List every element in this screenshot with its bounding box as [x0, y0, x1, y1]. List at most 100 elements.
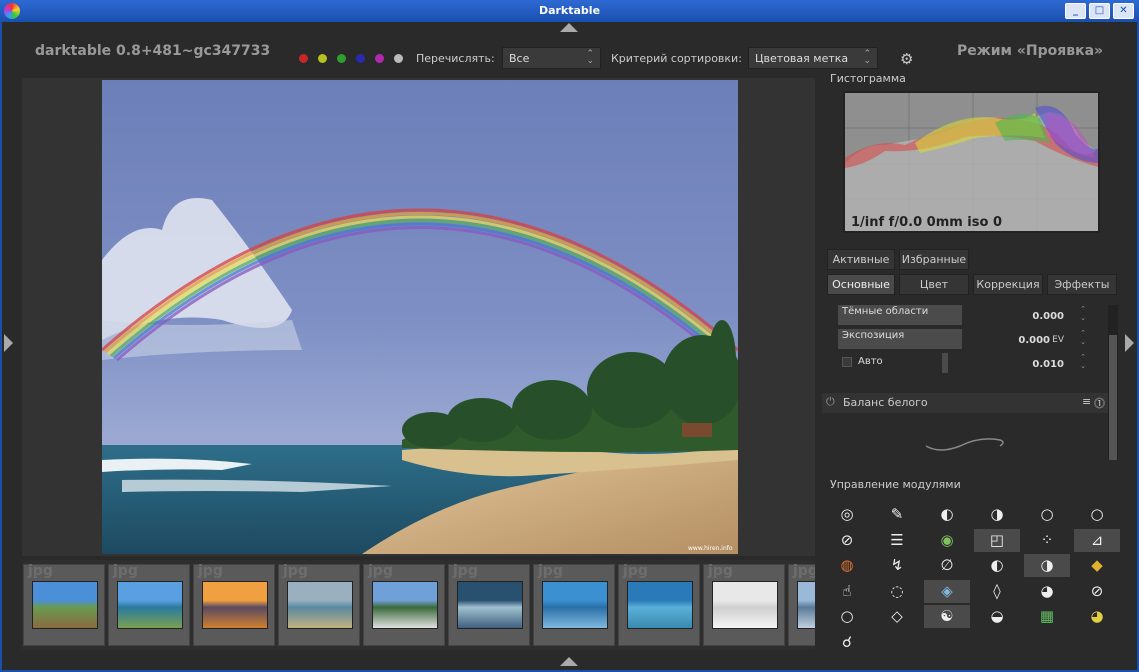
module-toggle-icon[interactable]: ◍ [824, 554, 870, 577]
power-icon[interactable]: ⏻ [826, 395, 835, 409]
filmstrip-thumbnail[interactable]: jpg [788, 563, 815, 646]
module-toggle-icon[interactable]: ☝ [824, 580, 870, 603]
filmstrip-thumbnail[interactable]: jpg [278, 563, 360, 646]
photo-credit: www.hiren.info [688, 545, 733, 552]
file-type-badge: jpg [538, 563, 563, 579]
exposure-slider[interactable]: Экспозиция 0.000 EV ⌃ ⌄ [838, 329, 1088, 349]
file-type-badge: jpg [28, 563, 53, 579]
select-arrows-icon: ⌃ ⌄ [863, 49, 871, 66]
filmstrip-thumbnail[interactable]: jpg [703, 563, 785, 646]
filmstrip-thumbnail[interactable]: jpg [23, 563, 105, 646]
sort-select[interactable]: Цветовая метка ⌃ ⌄ [748, 47, 878, 69]
module-toggle-icon[interactable]: ○ [1024, 503, 1070, 526]
filter-label: Перечислять: [416, 52, 495, 65]
main-photo[interactable]: www.hiren.info [102, 80, 738, 554]
module-toggle-icon[interactable]: ∅ [924, 554, 970, 577]
presets-menu-icon[interactable]: ≡ [1082, 395, 1091, 408]
module-toggle-icon[interactable]: ◕ [1024, 580, 1070, 603]
module-toggle-icon[interactable]: ◎ [824, 503, 870, 526]
collapse-left-panel-arrow-icon[interactable] [4, 334, 13, 352]
module-toggle-icon[interactable]: ▦ [1024, 605, 1070, 628]
tab-correction-modules[interactable]: Коррекция [973, 274, 1043, 295]
filmstrip-thumbnail[interactable]: jpg [448, 563, 530, 646]
tab-basic-modules[interactable]: Основные [827, 274, 895, 295]
module-toggle-icon[interactable]: ☰ [874, 529, 920, 552]
filmstrip-thumbnail[interactable]: jpg [618, 563, 700, 646]
thumbnail-image [542, 581, 608, 629]
filmstrip-thumbnail[interactable]: jpg [193, 563, 275, 646]
color-label-blue[interactable] [356, 54, 365, 63]
module-toggle-icon[interactable]: ◈ [924, 579, 970, 603]
module-toggle-icon[interactable]: ⁘ [1024, 529, 1070, 552]
file-type-badge: jpg [453, 563, 478, 579]
file-type-badge: jpg [623, 563, 648, 579]
module-toggle-icon[interactable]: ✎ [874, 503, 920, 526]
module-toggle-icon[interactable]: ⊿ [1074, 528, 1120, 552]
module-toggle-icon[interactable]: ◒ [974, 605, 1020, 628]
close-button[interactable]: ✕ [1113, 3, 1134, 19]
filmstrip[interactable]: jpg jpg jpg jpg jpg jpg jpg jpg jpg jpg [22, 560, 815, 650]
white-balance-module-header[interactable]: ⏻ Баланс белого ≡ ⓵ [822, 393, 1108, 413]
module-toggle-icon[interactable]: ◊ [974, 580, 1020, 603]
module-collapsed-ornament-icon [925, 438, 1004, 451]
collapse-top-panel-arrow-icon[interactable] [560, 23, 578, 32]
tab-favorite-modules[interactable]: Избранные [899, 249, 969, 270]
gear-icon[interactable]: ⚙ [900, 50, 913, 68]
module-toggle-icon[interactable]: ○ [824, 605, 870, 628]
module-toggle-icon[interactable]: ◕ [1074, 605, 1120, 628]
module-toggle-icon[interactable]: ◇ [874, 605, 920, 628]
tab-effects-modules[interactable]: Эффекты [1047, 274, 1117, 295]
module-toggle-icon[interactable]: ⊘ [1074, 580, 1120, 603]
thumbnail-image [287, 581, 353, 629]
file-type-badge: jpg [368, 563, 393, 579]
spin-arrows-icon[interactable]: ⌃ ⌄ [1080, 353, 1086, 371]
module-toggle-icon[interactable]: ○ [1074, 503, 1120, 526]
module-toggle-icon[interactable]: ⊘ [824, 529, 870, 552]
module-toggle-icon[interactable]: ◌ [874, 580, 920, 603]
filmstrip-thumbnail[interactable]: jpg [108, 563, 190, 646]
spin-arrows-icon[interactable]: ⌃ ⌄ [1080, 329, 1086, 347]
color-label-yellow[interactable] [318, 54, 327, 63]
collapse-bottom-panel-arrow-icon[interactable] [560, 657, 578, 666]
color-label-red[interactable] [299, 54, 308, 63]
module-toggle-icon[interactable]: ◉ [924, 529, 970, 552]
shadows-slider[interactable]: Тёмные области 0.000 ⌃ ⌄ [838, 305, 1088, 325]
white-balance-title: Баланс белого [843, 396, 928, 409]
scrollbar-thumb[interactable] [1109, 335, 1117, 460]
module-toggle-icon[interactable]: ☯ [924, 605, 970, 628]
module-toggle-icon[interactable]: ☌ [824, 631, 870, 654]
modules-scrollbar[interactable] [1108, 305, 1118, 460]
file-type-badge: jpg [113, 563, 138, 579]
module-toggle-icon[interactable]: ↯ [874, 554, 920, 577]
auto-slider[interactable]: Авто 0.010 ⌃ ⌄ [838, 353, 1088, 373]
collapse-right-panel-arrow-icon[interactable] [1125, 334, 1134, 352]
module-toggle-icon[interactable]: ◑ [974, 503, 1020, 526]
color-label-gray[interactable] [394, 54, 403, 63]
maximize-button[interactable]: □ [1089, 3, 1110, 19]
sort-label: Критерий сортировки: [611, 52, 742, 65]
color-label-green[interactable] [337, 54, 346, 63]
minimize-button[interactable]: _ [1065, 3, 1086, 19]
filter-select[interactable]: Все ⌃ ⌄ [502, 47, 601, 69]
app-version-label: darktable 0.8+481~gc347733 [35, 43, 271, 59]
thumbnail-image [32, 581, 98, 629]
module-toggle-icon[interactable]: ◐ [974, 554, 1020, 577]
module-toggle-icon[interactable]: ◰ [974, 528, 1020, 552]
tab-active-modules[interactable]: Активные [827, 249, 895, 270]
filmstrip-thumbnail[interactable]: jpg [533, 563, 615, 646]
module-toggle-icon[interactable]: ◆ [1074, 554, 1120, 577]
tab-color-modules[interactable]: Цвет [899, 274, 969, 295]
module-toggle-icon[interactable]: ◑ [1024, 554, 1070, 577]
slider-fill [942, 353, 948, 373]
thumbnail-image [797, 581, 815, 629]
mode-title: Режим «Проявка» [957, 43, 1104, 59]
module-toggle-icon[interactable]: ◐ [924, 503, 970, 526]
thumbnail-image [117, 581, 183, 629]
color-label-purple[interactable] [375, 54, 384, 63]
darktable-app-icon [4, 3, 20, 19]
filmstrip-thumbnail[interactable]: jpg [363, 563, 445, 646]
auto-checkbox[interactable] [842, 357, 852, 367]
spin-arrows-icon[interactable]: ⌃ ⌄ [1080, 305, 1086, 323]
thumbnail-image [372, 581, 438, 629]
reset-icon[interactable]: ⓵ [1094, 395, 1105, 411]
